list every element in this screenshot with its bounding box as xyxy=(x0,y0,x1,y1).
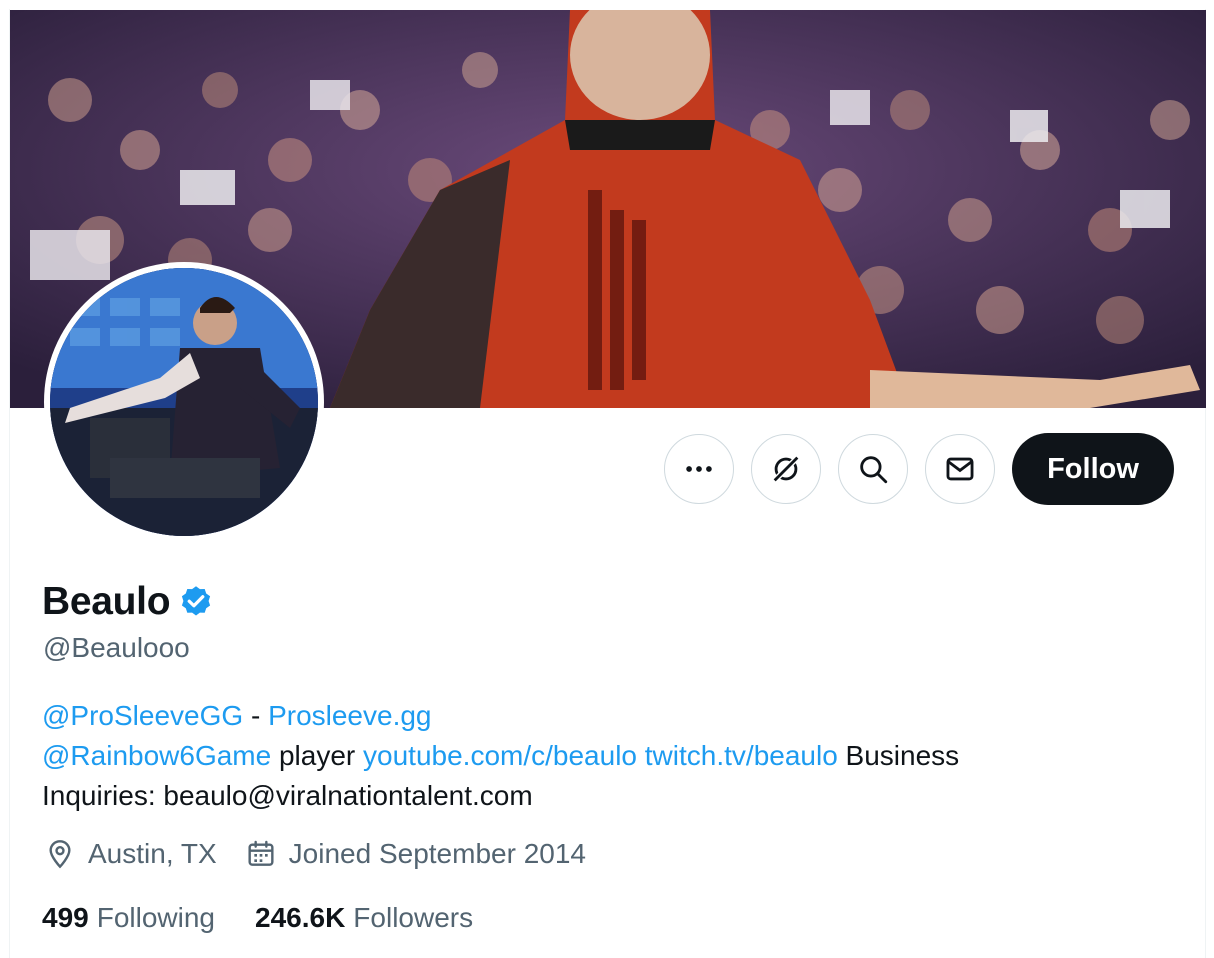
name-row: Beaulo xyxy=(42,580,214,624)
following-link[interactable]: 499 Following xyxy=(42,902,215,934)
bio-line-1: @ProSleeveGG - Prosleeve.gg xyxy=(42,696,1142,736)
more-button[interactable] xyxy=(664,434,734,504)
more-icon xyxy=(686,466,712,472)
following-label: Following xyxy=(96,902,215,933)
search-button[interactable] xyxy=(838,434,908,504)
bio-separator: - xyxy=(243,700,269,731)
grok-button[interactable] xyxy=(751,434,821,504)
avatar-image xyxy=(50,268,318,536)
message-icon xyxy=(946,457,974,481)
bio-text-business: Business xyxy=(837,740,960,771)
followers-link[interactable]: 246.6K Followers xyxy=(255,902,473,934)
location-pin-icon xyxy=(49,840,71,869)
profile-stats: 499 Following 246.6K Followers xyxy=(42,902,513,934)
message-button[interactable] xyxy=(925,434,995,504)
follow-button[interactable]: Follow xyxy=(1012,433,1174,505)
verified-badge-icon[interactable] xyxy=(178,584,214,620)
calendar-icon xyxy=(248,840,274,866)
bio-line-2: @Rainbow6Game player youtube.com/c/beaul… xyxy=(42,736,1142,776)
profile-actions: Follow xyxy=(664,433,1174,505)
location-text: Austin, TX xyxy=(88,838,217,869)
profile-bio: @ProSleeveGG - Prosleeve.gg @Rainbow6Gam… xyxy=(42,696,1142,816)
mention-rainbow6game[interactable]: @Rainbow6Game xyxy=(42,740,271,771)
location-item: Austin, TX xyxy=(44,838,217,870)
link-youtube[interactable]: youtube.com/c/beaulo xyxy=(363,740,637,771)
search-icon xyxy=(860,456,888,484)
joined-text: Joined September 2014 xyxy=(288,838,586,869)
bio-text-player: player xyxy=(271,740,364,771)
bio-space xyxy=(637,740,645,771)
profile-avatar[interactable] xyxy=(44,262,324,542)
followers-count: 246.6K xyxy=(255,902,346,933)
profile-page: Follow Beaulo @Beaulooo @ProSleeveGG - P… xyxy=(0,0,1214,958)
link-prosleeve[interactable]: Prosleeve.gg xyxy=(268,700,431,731)
following-count: 499 xyxy=(42,902,89,933)
mention-prosleevegg[interactable]: @ProSleeveGG xyxy=(42,700,243,731)
followers-label: Followers xyxy=(353,902,474,933)
display-name: Beaulo xyxy=(42,580,171,623)
grok-icon xyxy=(772,455,800,483)
profile-meta: Austin, TX Joined September 2014 xyxy=(44,838,614,870)
profile-handle: @Beaulooo xyxy=(43,632,190,663)
link-twitch[interactable]: twitch.tv/beaulo xyxy=(645,740,838,771)
joined-item: Joined September 2014 xyxy=(245,838,586,870)
bio-line-3: Inquiries: beaulo@viralnationtalent.com xyxy=(42,780,533,811)
